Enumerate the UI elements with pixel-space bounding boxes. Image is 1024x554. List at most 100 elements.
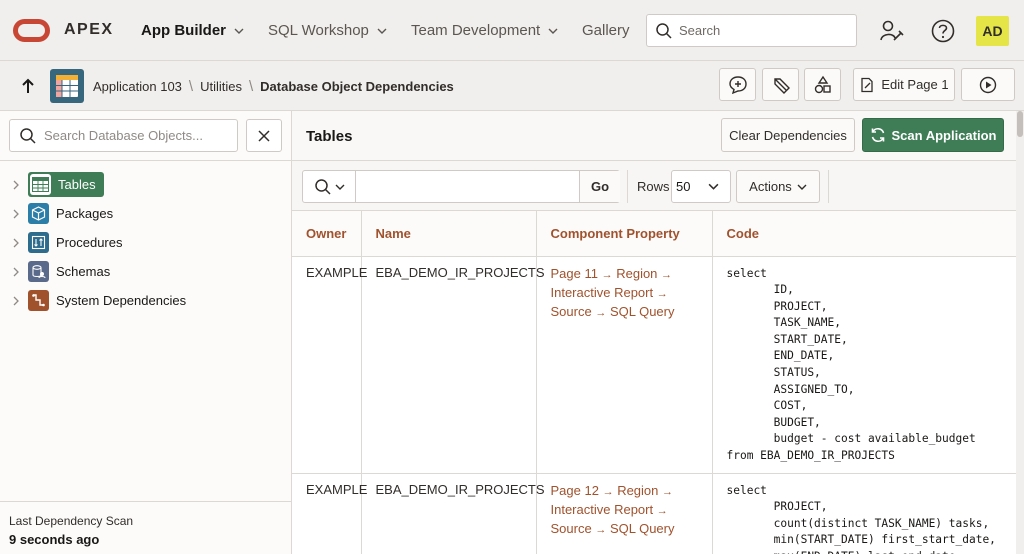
top-header: APEX App Builder SQL Workshop Team Devel…: [0, 0, 1024, 61]
breadcrumb-application[interactable]: Application 103: [93, 79, 182, 94]
shared-components-button[interactable]: [804, 68, 841, 101]
chevron-right-icon[interactable]: [10, 208, 22, 220]
code-block: select ID, PROJECT, TASK_NAME, START_DAT…: [726, 266, 976, 463]
search-icon: [656, 22, 672, 39]
last-scan-value: 9 seconds ago: [9, 532, 100, 547]
prop-part: SQL Query: [609, 303, 675, 319]
pencil-icon: [773, 77, 790, 94]
dependency-icon: [28, 290, 49, 311]
chevron-down-icon: [377, 28, 387, 34]
arrow-right-icon: →: [595, 523, 607, 536]
search-column-button[interactable]: [303, 171, 356, 202]
tree-item-label: System Dependencies: [56, 293, 187, 308]
user-avatar[interactable]: AD: [976, 16, 1009, 46]
prop-part: Interactive Report: [550, 501, 654, 517]
cell-name: EBA_DEMO_IR_PROJECTS: [361, 473, 545, 554]
column-header-code[interactable]: Code: [712, 211, 1016, 257]
grid-app-icon: [56, 75, 78, 97]
edit-page-label: Edit Page 1: [881, 77, 949, 92]
tree-item-packages[interactable]: Packages: [10, 201, 113, 226]
nav-label: App Builder: [141, 22, 226, 39]
clear-search-button[interactable]: [246, 119, 282, 152]
nav-label: Team Development: [411, 22, 541, 39]
feedback-button[interactable]: [719, 68, 756, 101]
prop-part: SQL Query: [609, 520, 675, 536]
arrow-right-icon: →: [656, 504, 668, 517]
cell-name: EBA_DEMO_IR_PROJECTS: [361, 256, 545, 474]
object-search-input[interactable]: [44, 128, 224, 143]
edit-page-button[interactable]: Edit Page 1: [853, 68, 955, 101]
application-icon[interactable]: [50, 69, 84, 103]
arrow-right-icon: →: [661, 268, 673, 281]
nav-app-builder[interactable]: App Builder: [141, 22, 244, 39]
tree-item-label: Schemas: [56, 264, 111, 279]
scrollbar-thumb[interactable]: [1017, 111, 1023, 137]
page-scrollbar[interactable]: [1016, 111, 1024, 554]
schema-icon: [28, 261, 49, 282]
tree-item-schemas[interactable]: Schemas: [10, 259, 110, 284]
arrow-right-icon: →: [595, 306, 607, 319]
cell-owner: EXAMPLE: [292, 256, 367, 474]
administration-icon[interactable]: [879, 18, 905, 44]
dependencies-table: Owner Name Component Property Code EXAMP…: [292, 211, 1016, 554]
region-header: Tables Clear Dependencies Scan Applicati…: [292, 111, 1016, 161]
tree-item-procedures[interactable]: Procedures: [10, 230, 122, 255]
code-block: select PROJECT, count(distinct TASK_NAME…: [726, 483, 996, 554]
column-header-name[interactable]: Name: [361, 211, 537, 257]
scan-application-label: Scan Application: [891, 127, 997, 143]
breadcrumb-separator: \: [248, 78, 254, 95]
prop-part: Page 12: [550, 482, 599, 498]
table-row: EXAMPLE EBA_DEMO_IR_PROJECTS Page 11 → R…: [292, 256, 1016, 474]
cell-code: select PROJECT, count(distinct TASK_NAME…: [712, 473, 1016, 554]
go-button[interactable]: Go: [579, 171, 620, 202]
search-icon: [314, 178, 331, 195]
chevron-down-icon: [234, 28, 244, 34]
chevron-down-icon: [335, 184, 344, 190]
tree-item-system-dependencies[interactable]: System Dependencies: [10, 288, 186, 313]
run-page-button[interactable]: [961, 68, 1015, 101]
main-panel: Tables Clear Dependencies Scan Applicati…: [292, 111, 1016, 554]
actions-menu-button[interactable]: Actions: [736, 170, 820, 203]
nav-label: SQL Workshop: [268, 22, 369, 39]
arrow-up-icon[interactable]: [18, 76, 38, 96]
prop-part: Source: [550, 303, 592, 319]
arrow-right-icon: →: [656, 287, 668, 300]
toolbar-separator: [627, 170, 628, 203]
rows-select[interactable]: 50: [671, 170, 731, 203]
chevron-down-icon: [797, 184, 807, 190]
nav-gallery[interactable]: Gallery: [582, 22, 630, 39]
chevron-down-icon: [548, 28, 558, 34]
cell-code: select ID, PROJECT, TASK_NAME, START_DAT…: [712, 256, 1016, 474]
arrow-right-icon: →: [602, 485, 614, 498]
nav-team-development[interactable]: Team Development: [411, 22, 558, 39]
breadcrumb-bar: Application 103 \ Utilities \ Database O…: [0, 61, 1024, 111]
object-search: [9, 119, 238, 152]
help-icon[interactable]: [930, 18, 956, 44]
clear-dependencies-button[interactable]: Clear Dependencies: [721, 118, 855, 152]
table-icon: [30, 174, 51, 195]
column-header-component-property[interactable]: Component Property: [536, 211, 713, 257]
scan-application-button[interactable]: Scan Application: [862, 118, 1004, 152]
chevron-right-icon[interactable]: [10, 237, 22, 249]
component-property-link[interactable]: Page 12 → Region → Interactive Report → …: [551, 482, 698, 539]
breadcrumb-utilities[interactable]: Utilities: [200, 79, 242, 94]
global-search-input[interactable]: [679, 23, 849, 38]
rows-value: 50: [676, 179, 691, 194]
column-header-owner[interactable]: Owner: [292, 211, 362, 257]
close-icon: [258, 129, 270, 142]
report-toolbar: Go Rows 50 Actions: [292, 161, 1016, 211]
developer-comments-button[interactable]: [762, 68, 799, 101]
table-row: EXAMPLE EBA_DEMO_IR_PROJECTS Page 12 → R…: [292, 473, 1016, 554]
chevron-right-icon[interactable]: [10, 295, 22, 307]
actions-label: Actions: [749, 179, 792, 194]
chevron-right-icon[interactable]: [10, 266, 22, 278]
chevron-right-icon[interactable]: [10, 179, 22, 191]
tree-item-tables[interactable]: Tables: [10, 172, 104, 197]
tree-item-label: Packages: [56, 206, 114, 221]
brand-name[interactable]: APEX: [64, 21, 114, 39]
component-property-link[interactable]: Page 11 → Region → Interactive Report → …: [551, 265, 698, 322]
oracle-logo-icon[interactable]: [13, 19, 50, 42]
rows-label: Rows: [637, 179, 670, 194]
report-search-input[interactable]: [358, 172, 578, 201]
nav-sql-workshop[interactable]: SQL Workshop: [268, 22, 387, 39]
